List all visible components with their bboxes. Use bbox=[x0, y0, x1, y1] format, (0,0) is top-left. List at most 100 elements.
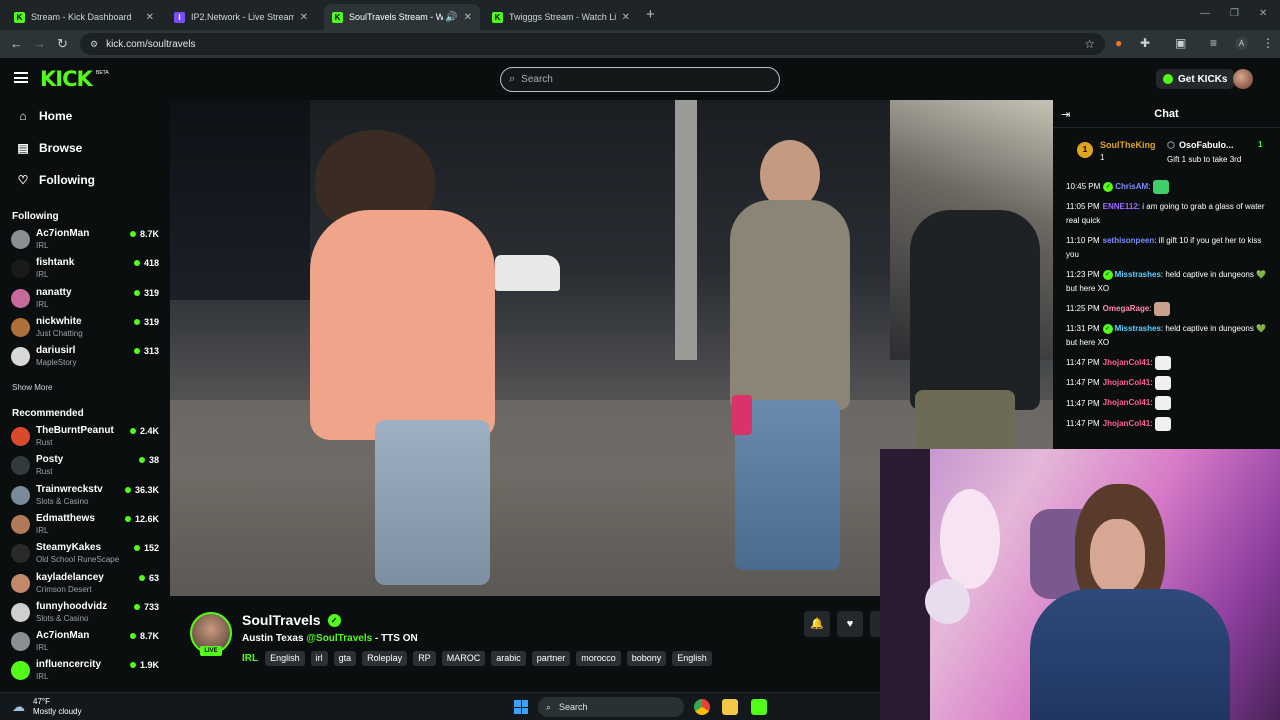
channel-name: nanatty bbox=[36, 286, 72, 298]
stream-tag[interactable]: English bbox=[265, 651, 305, 666]
search-input[interactable]: ⌕ Search bbox=[500, 67, 780, 92]
extension-brave-icon[interactable]: ● bbox=[1115, 36, 1122, 50]
stream-tag[interactable]: Roleplay bbox=[362, 651, 408, 666]
sidebar-channel-nickwhite[interactable]: nickwhite Just Chatting 319 bbox=[11, 315, 161, 341]
bookmark-star-icon[interactable]: ☆ bbox=[1084, 37, 1095, 51]
message-username[interactable]: sethisonpeen bbox=[1103, 236, 1155, 245]
menu-icon[interactable] bbox=[14, 72, 28, 83]
browser-tab[interactable]: K Stream - Kick Dashboard ✕ bbox=[6, 4, 162, 30]
channel-category: Just Chatting bbox=[36, 328, 83, 338]
nav-home[interactable]: ⌂ Home bbox=[16, 109, 72, 123]
chat-panel: Chat ⇥ 1 SoulTheKing 1 ⬡ OsoFabulo... 1 … bbox=[1053, 100, 1280, 450]
message-username[interactable]: ChrisAM bbox=[1115, 182, 1148, 191]
kick-app-icon[interactable] bbox=[751, 699, 767, 715]
stream-tag[interactable]: irl bbox=[310, 651, 328, 666]
downloads-icon[interactable]: ≡ bbox=[1210, 36, 1217, 50]
reload-icon[interactable]: ↻ bbox=[57, 36, 68, 52]
browser-tab[interactable]: I IP2.Network - Live Streamer Di... ✕ bbox=[166, 4, 316, 30]
stream-tag[interactable]: MAROC bbox=[441, 651, 486, 666]
sidebar-channel-funnyhoodvidz[interactable]: funnyhoodvidz Slots & Casino 733 bbox=[11, 600, 161, 626]
browser-menu-icon[interactable]: ⋮ bbox=[1262, 36, 1274, 50]
sidebar-channel-ac7ionman[interactable]: Ac7ionMan IRL 8.7K bbox=[11, 629, 161, 655]
weather-widget[interactable]: 47°F Mostly cloudy bbox=[33, 697, 81, 717]
forward-icon[interactable]: → bbox=[33, 36, 46, 51]
back-icon[interactable]: ← bbox=[10, 36, 23, 51]
category-link[interactable]: IRL bbox=[242, 653, 258, 664]
streamer-name[interactable]: SoulTravels ✓ bbox=[242, 612, 341, 628]
sidebar-channel-theburntpeanut[interactable]: TheBurntPeanut Rust 2.4K bbox=[11, 424, 161, 450]
stream-tag[interactable]: partner bbox=[531, 651, 571, 666]
nav-following[interactable]: ♡ Following bbox=[16, 173, 95, 187]
sidebar-channel-nanatty[interactable]: nanatty IRL 319 bbox=[11, 286, 161, 312]
stream-tag[interactable]: gta bbox=[333, 651, 357, 666]
sidebar-channel-ac7ionman[interactable]: Ac7ionMan IRL 8.7K bbox=[11, 227, 161, 253]
stream-tag[interactable]: RP bbox=[413, 651, 436, 666]
taskbar-search[interactable]: ⌕ Search bbox=[538, 697, 684, 717]
sidebar-channel-dariusirl[interactable]: dariusirl MapleStory 313 bbox=[11, 344, 161, 370]
browser-tab[interactable]: K Twigggs Stream - Watch Live o... ✕ bbox=[484, 4, 638, 30]
close-tab-icon[interactable]: ✕ bbox=[464, 12, 472, 23]
nav-browse[interactable]: ▤ Browse bbox=[16, 141, 82, 155]
sidebar-channel-kayladelancey[interactable]: kayladelancey Crimson Desert 63 bbox=[11, 571, 161, 597]
user-avatar[interactable] bbox=[1233, 69, 1253, 89]
sidebar-channel-posty[interactable]: Posty Rust 38 bbox=[11, 453, 161, 479]
kick-favicon-icon: K bbox=[492, 11, 503, 23]
site-info-icon[interactable]: ⚙ bbox=[90, 39, 98, 50]
message-username[interactable]: Misstrashes bbox=[1115, 324, 1161, 333]
message-username[interactable]: Misstrashes bbox=[1115, 270, 1161, 279]
sidepanel-icon[interactable]: ▣ bbox=[1175, 36, 1186, 50]
leaderboard-user[interactable]: SoulTheKing bbox=[1100, 140, 1156, 150]
sidebar-channel-fishtank[interactable]: fishtank IRL 418 bbox=[11, 256, 161, 282]
stream-tag[interactable]: arabic bbox=[491, 651, 526, 666]
message-time: 11:25 PM bbox=[1066, 304, 1100, 314]
viewer-count: 319 bbox=[133, 317, 159, 327]
kick-logo[interactable]: KICK bbox=[40, 67, 93, 91]
channel-category: Rust bbox=[36, 467, 53, 477]
channel-avatar bbox=[11, 544, 30, 564]
message-username[interactable]: OmegaRage bbox=[1103, 304, 1150, 313]
stream-tag[interactable]: English bbox=[672, 651, 712, 666]
chrome-icon[interactable] bbox=[694, 699, 710, 715]
stream-tag[interactable]: morocco bbox=[576, 651, 621, 666]
close-window-icon[interactable]: ✕ bbox=[1259, 8, 1267, 19]
message-username[interactable]: JhojanCol41 bbox=[1103, 378, 1151, 387]
profile-avatar[interactable]: A bbox=[1235, 37, 1248, 50]
gift-prompt[interactable]: Gift 1 sub to take 3rd bbox=[1167, 155, 1241, 164]
leaderboard-user[interactable]: OsoFabulo... bbox=[1179, 140, 1234, 150]
message-username[interactable]: ENNE112 bbox=[1103, 202, 1138, 211]
windows-start-icon[interactable] bbox=[514, 700, 528, 714]
notification-bell-icon[interactable]: 🔔 bbox=[804, 611, 830, 637]
message-username[interactable]: JhojanCol41 bbox=[1103, 399, 1151, 408]
channel-avatar bbox=[11, 259, 30, 279]
get-kicks-button[interactable]: Get KICKs bbox=[1156, 69, 1235, 89]
close-tab-icon[interactable]: ✕ bbox=[622, 12, 630, 23]
viewer-count: 418 bbox=[133, 258, 159, 268]
viewer-count-text: 733 bbox=[143, 601, 159, 612]
close-tab-icon[interactable]: ✕ bbox=[300, 12, 308, 23]
sidebar-channel-edmatthews[interactable]: Edmatthews IRL 12.6K bbox=[11, 512, 161, 538]
minimize-icon[interactable]: — bbox=[1200, 8, 1210, 19]
file-explorer-icon[interactable] bbox=[722, 699, 738, 715]
stream-tag[interactable]: bobony bbox=[626, 651, 667, 666]
sidebar-channel-steamykakes[interactable]: SteamyKakes Old School RuneScape 152 bbox=[11, 541, 161, 567]
stream-title-handle[interactable]: @SoulTravels bbox=[306, 633, 372, 644]
collapse-chat-icon[interactable]: ⇥ bbox=[1061, 108, 1070, 121]
extensions-puzzle-icon[interactable]: ✚ bbox=[1140, 36, 1150, 50]
follow-heart-icon[interactable]: ♥ bbox=[837, 611, 863, 637]
speaker-icon[interactable]: 🔊 bbox=[445, 12, 457, 23]
sidebar-channel-influencercity[interactable]: influencercity IRL 1.9K bbox=[11, 658, 161, 684]
url-field[interactable]: ⚙ kick.com/soultravels ☆ bbox=[80, 33, 1105, 55]
new-tab-icon[interactable]: + bbox=[646, 6, 655, 23]
streamer-name-text: SoulTravels bbox=[242, 612, 321, 628]
maximize-icon[interactable]: ❐ bbox=[1230, 8, 1239, 19]
sidebar-channel-trainwreckstv[interactable]: Trainwreckstv Slots & Casino 36.3K bbox=[11, 483, 161, 509]
show-more-link[interactable]: Show More bbox=[12, 383, 52, 392]
channel-category: IRL bbox=[36, 299, 49, 309]
gift-icon[interactable] bbox=[870, 611, 880, 637]
message-username[interactable]: JhojanCol41 bbox=[1103, 419, 1151, 428]
message-username[interactable]: JhojanCol41 bbox=[1103, 358, 1151, 367]
browser-tab-active[interactable]: K SoulTravels Stream - Watch... 🔊 ✕ bbox=[324, 4, 480, 30]
close-tab-icon[interactable]: ✕ bbox=[146, 12, 154, 23]
chat-message: 10:45 PM ✓ ChrisAM: bbox=[1066, 180, 1276, 194]
channel-category: IRL bbox=[36, 241, 49, 250]
